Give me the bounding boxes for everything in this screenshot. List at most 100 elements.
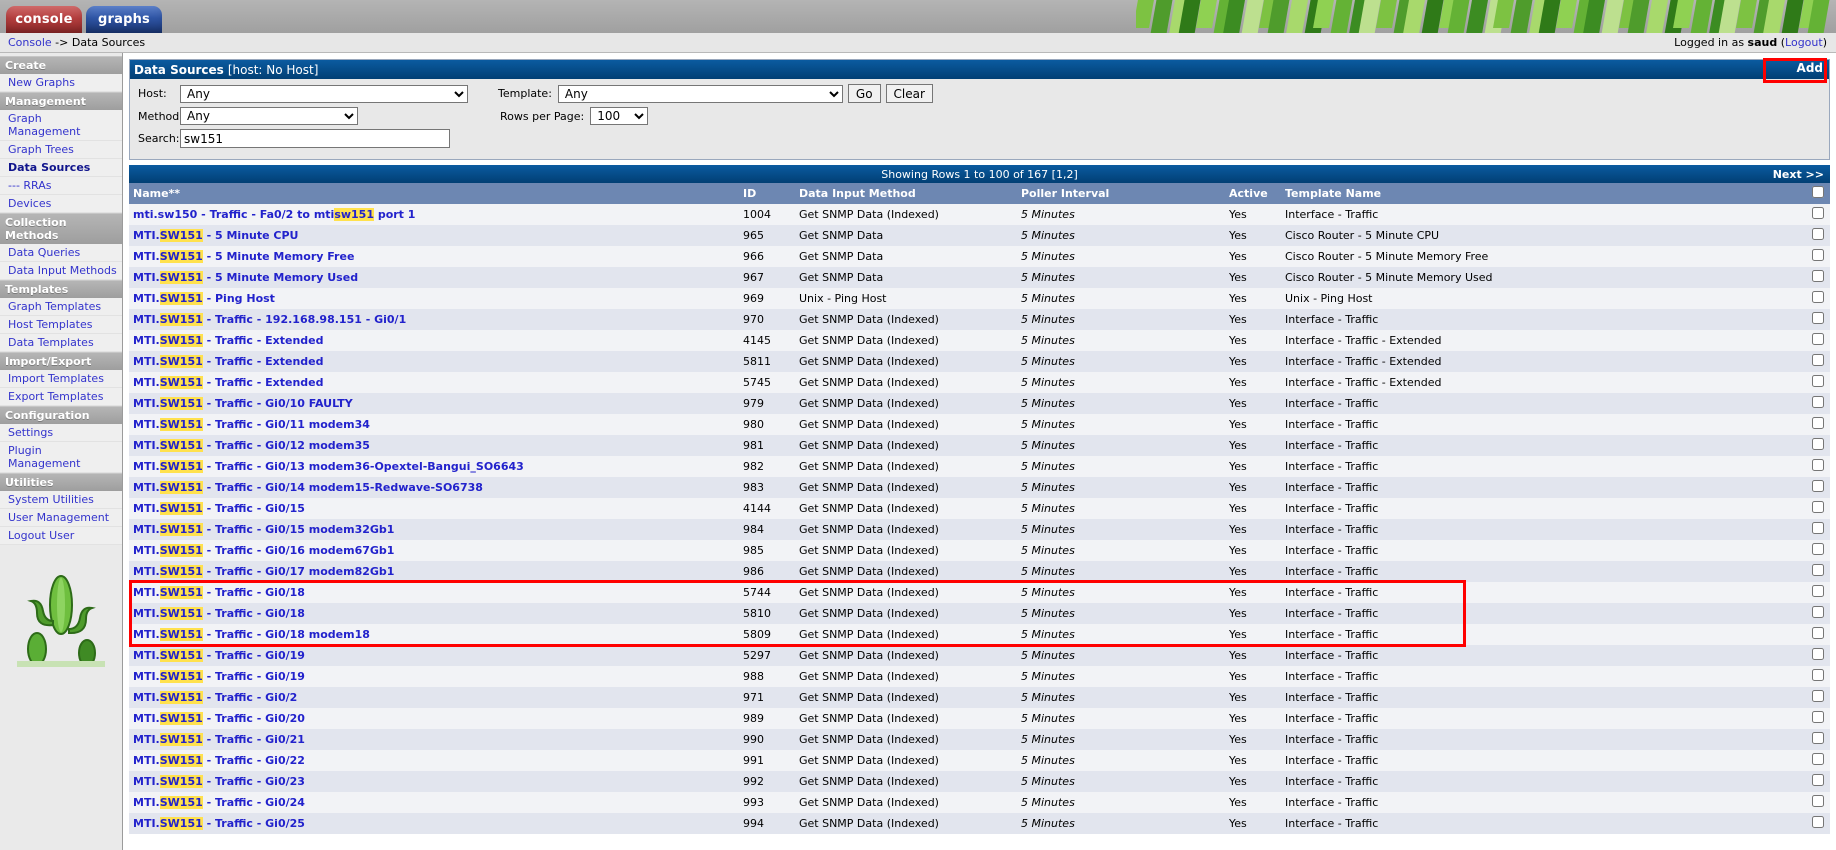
logout-link[interactable]: Logout [1785, 36, 1823, 49]
sidebar-item-graph-templates[interactable]: Graph Templates [0, 298, 122, 316]
table-row[interactable]: MTI.SW151 - Traffic - Gi0/10 FAULTY 979 Ge… [129, 393, 1830, 414]
data-source-link[interactable]: MTI.SW151 - 5 Minute CPU [133, 229, 298, 242]
data-source-link[interactable]: MTI.SW151 - Traffic - Gi0/14 modem15-Red… [133, 481, 483, 494]
row-checkbox[interactable] [1812, 291, 1824, 303]
data-source-link[interactable]: MTI.SW151 - Traffic - Gi0/21 [133, 733, 305, 746]
row-checkbox[interactable] [1812, 417, 1824, 429]
sidebar-item-user-management[interactable]: User Management [0, 509, 122, 527]
method-select[interactable]: Any [180, 107, 358, 125]
sidebar-item-graph-trees[interactable]: Graph Trees [0, 141, 122, 159]
table-row[interactable]: MTI.SW151 - Traffic - Gi0/18 5810 Get SNMP… [129, 603, 1830, 624]
row-checkbox[interactable] [1812, 690, 1824, 702]
table-row[interactable]: MTI.SW151 - Traffic - Gi0/11 modem34 980 G… [129, 414, 1830, 435]
data-source-link[interactable]: MTI.SW151 - Traffic - Gi0/20 [133, 712, 305, 725]
row-checkbox[interactable] [1812, 816, 1824, 828]
table-row[interactable]: MTI.SW151 - Traffic - Extended 4145 Get SN… [129, 330, 1830, 351]
column-header-id[interactable]: ID [739, 183, 795, 204]
column-header-template-name[interactable]: Template Name [1281, 183, 1806, 204]
data-source-link[interactable]: MTI.SW151 - Traffic - Gi0/2 [133, 691, 297, 704]
breadcrumb-console-link[interactable]: Console [8, 36, 52, 49]
table-row[interactable]: mti.sw150 - Traffic - Fa0/2 to mtisw151 … [129, 204, 1830, 225]
sidebar-item-logout-user[interactable]: Logout User [0, 527, 122, 545]
row-checkbox[interactable] [1812, 501, 1824, 513]
row-checkbox[interactable] [1812, 270, 1824, 282]
data-source-link[interactable]: MTI.SW151 - Ping Host [133, 292, 275, 305]
column-header-active[interactable]: Active [1225, 183, 1281, 204]
row-checkbox[interactable] [1812, 207, 1824, 219]
table-row[interactable]: MTI.SW151 - 5 Minute Memory Free 966 Get S… [129, 246, 1830, 267]
sidebar-item-data-input-methods[interactable]: Data Input Methods [0, 262, 122, 280]
table-row[interactable]: MTI.SW151 - Traffic - Gi0/18 modem18 5809… [129, 624, 1830, 645]
select-all-checkbox[interactable] [1812, 186, 1824, 198]
sidebar-item-rras[interactable]: --- RRAs [0, 177, 122, 195]
sidebar-item-data-queries[interactable]: Data Queries [0, 244, 122, 262]
table-row[interactable]: MTI.SW151 - Traffic - Gi0/19 5297 Get SNMP… [129, 645, 1830, 666]
data-source-link[interactable]: MTI.SW151 - Traffic - Gi0/16 modem67Gb1 [133, 544, 394, 557]
row-checkbox[interactable] [1812, 522, 1824, 534]
tab-graphs[interactable]: graphs [86, 6, 162, 33]
table-row[interactable]: MTI.SW151 - Traffic - Gi0/17 modem82Gb1 9… [129, 561, 1830, 582]
row-checkbox[interactable] [1812, 669, 1824, 681]
sidebar-item-devices[interactable]: Devices [0, 195, 122, 213]
data-source-link[interactable]: MTI.SW151 - Traffic - Gi0/18 modem18 [133, 628, 370, 641]
go-button[interactable]: Go [847, 84, 881, 103]
row-checkbox[interactable] [1812, 606, 1824, 618]
sidebar-item-graph-management[interactable]: Graph Management [0, 110, 122, 141]
data-source-link[interactable]: MTI.SW151 - Traffic - Gi0/15 [133, 502, 305, 515]
data-source-link[interactable]: MTI.SW151 - Traffic - Gi0/13 modem36-Ope… [133, 460, 524, 473]
table-row[interactable]: MTI.SW151 - Traffic - Gi0/12 modem35 981 G… [129, 435, 1830, 456]
table-row[interactable]: MTI.SW151 - Traffic - Gi0/19 988 Get SNMP … [129, 666, 1830, 687]
data-source-link[interactable]: MTI.SW151 - Traffic - Gi0/19 [133, 649, 305, 662]
table-row[interactable]: MTI.SW151 - Traffic - Extended 5745 Get SN… [129, 372, 1830, 393]
rows-per-page-select[interactable]: 100 [590, 107, 649, 125]
sidebar-item-data-templates[interactable]: Data Templates [0, 334, 122, 352]
data-source-link[interactable]: MTI.SW151 - Traffic - Gi0/15 modem32Gb1 [133, 523, 394, 536]
template-select[interactable]: Any [557, 84, 843, 103]
row-checkbox[interactable] [1812, 564, 1824, 576]
add-button[interactable]: Add [1797, 61, 1823, 75]
data-source-link[interactable]: MTI.SW151 - 5 Minute Memory Free [133, 250, 354, 263]
row-checkbox[interactable] [1812, 711, 1824, 723]
column-header-data-input-method[interactable]: Data Input Method [795, 183, 1017, 204]
clear-button[interactable]: Clear [885, 84, 933, 103]
data-source-link[interactable]: MTI.SW151 - Traffic - Gi0/22 [133, 754, 305, 767]
table-row[interactable]: MTI.SW151 - 5 Minute CPU 965 Get SNMP Data… [129, 225, 1830, 246]
table-row[interactable]: MTI.SW151 - 5 Minute Memory Used 967 Get S… [129, 267, 1830, 288]
row-checkbox[interactable] [1812, 249, 1824, 261]
row-checkbox[interactable] [1812, 375, 1824, 387]
row-checkbox[interactable] [1812, 480, 1824, 492]
sidebar-item-export-templates[interactable]: Export Templates [0, 388, 122, 406]
column-header-poller-interval[interactable]: Poller Interval [1017, 183, 1225, 204]
table-row[interactable]: MTI.SW151 - Traffic - Gi0/24 993 Get SNMP … [129, 792, 1830, 813]
sidebar-item-system-utilities[interactable]: System Utilities [0, 491, 122, 509]
table-row[interactable]: MTI.SW151 - Ping Host 969 Unix - Ping Host… [129, 288, 1830, 309]
table-row[interactable]: MTI.SW151 - Traffic - Gi0/15 4144 Get SNMP… [129, 498, 1830, 519]
table-row[interactable]: MTI.SW151 - Traffic - Gi0/25 994 Get SNMP … [129, 813, 1830, 834]
table-row[interactable]: MTI.SW151 - Traffic - Gi0/23 992 Get SNMP … [129, 771, 1830, 792]
data-source-link[interactable]: MTI.SW151 - 5 Minute Memory Used [133, 271, 358, 284]
table-row[interactable]: MTI.SW151 - Traffic - Gi0/16 modem67Gb1 9… [129, 540, 1830, 561]
next-page-link[interactable]: Next >> [1773, 168, 1824, 181]
host-select[interactable]: Any [180, 84, 468, 103]
column-header-name[interactable]: Name** [129, 183, 739, 204]
data-source-link[interactable]: mti.sw150 - Traffic - Fa0/2 to mtisw151 … [133, 208, 415, 221]
table-row[interactable]: MTI.SW151 - Traffic - Extended 5811 Get SN… [129, 351, 1830, 372]
table-row[interactable]: MTI.SW151 - Traffic - Gi0/20 989 Get SNMP … [129, 708, 1830, 729]
row-checkbox[interactable] [1812, 396, 1824, 408]
row-checkbox[interactable] [1812, 354, 1824, 366]
row-checkbox[interactable] [1812, 333, 1824, 345]
table-row[interactable]: MTI.SW151 - Traffic - Gi0/18 5744 Get SNMP… [129, 582, 1830, 603]
data-source-link[interactable]: MTI.SW151 - Traffic - Extended [133, 355, 324, 368]
row-checkbox[interactable] [1812, 459, 1824, 471]
data-source-link[interactable]: MTI.SW151 - Traffic - Gi0/24 [133, 796, 305, 809]
search-input[interactable] [180, 129, 450, 148]
sidebar-item-settings[interactable]: Settings [0, 424, 122, 442]
table-row[interactable]: MTI.SW151 - Traffic - Gi0/13 modem36-Ope… [129, 456, 1830, 477]
table-row[interactable]: MTI.SW151 - Traffic - Gi0/2 971 Get SNMP D… [129, 687, 1830, 708]
data-source-link[interactable]: MTI.SW151 - Traffic - Gi0/19 [133, 670, 305, 683]
row-checkbox[interactable] [1812, 648, 1824, 660]
data-source-link[interactable]: MTI.SW151 - Traffic - Gi0/17 modem82Gb1 [133, 565, 394, 578]
row-checkbox[interactable] [1812, 795, 1824, 807]
table-row[interactable]: MTI.SW151 - Traffic - Gi0/21 990 Get SNMP … [129, 729, 1830, 750]
data-source-link[interactable]: MTI.SW151 - Traffic - Gi0/25 [133, 817, 305, 830]
